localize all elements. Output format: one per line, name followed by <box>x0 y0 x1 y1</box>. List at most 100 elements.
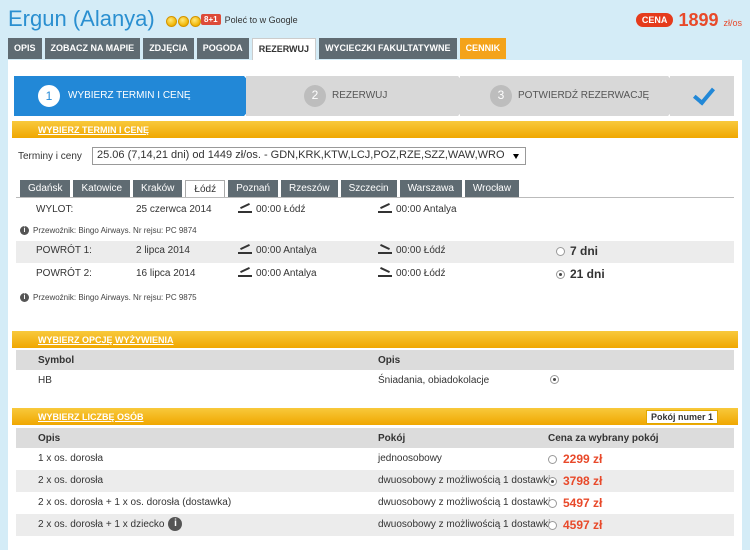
meal-desc: Śniadania, obiadokolacje <box>378 375 490 386</box>
section-persons-header: WYBIERZ LICZBĘ OSÓB Pokój numer 1 <box>12 408 738 425</box>
chevron-down-icon <box>513 154 519 159</box>
duration-option[interactable]: 21 dni <box>556 267 605 281</box>
persons-radio[interactable] <box>548 520 557 530</box>
step-number: 3 <box>490 85 512 107</box>
hotel-name: Ergun (Alanya) <box>8 6 155 31</box>
star-icon <box>178 16 189 27</box>
hotel-stars <box>166 16 201 27</box>
flight-row-outbound: WYLOT: 25 czerwca 2014 00:00 Łódź 00:00 … <box>16 200 734 222</box>
flight-departure: 00:00 Antalya <box>238 245 317 256</box>
info-icon: i <box>20 226 29 235</box>
header: Ergun (Alanya) 8+1 Poleć to w Google CEN… <box>8 6 742 36</box>
main-nav: OPIS ZOBACZ NA MAPIE ZDJĘCIA POGODA REZE… <box>8 38 507 60</box>
info-icon[interactable]: i <box>168 517 183 531</box>
persons-price[interactable]: 2299 zł <box>548 452 602 466</box>
persons-desc: 2 x os. dorosła <box>38 475 104 486</box>
duration-radio[interactable] <box>556 269 565 279</box>
persons-row[interactable]: 2 x os. dorosła + 1 x os. dorosła (dosta… <box>16 492 734 514</box>
flight-date: 2 lipca 2014 <box>136 245 190 256</box>
flight-arrival: 00:00 Antalya <box>378 204 457 215</box>
carrier-text: Przewoźnik: Bingo Airways. Nr rejsu: PC … <box>33 226 197 235</box>
tab-pricelist[interactable]: CENNIK <box>459 38 507 59</box>
flight-arrival: 00:00 Łódź <box>378 245 446 256</box>
gplus-icon[interactable]: 8+1 <box>201 14 221 25</box>
tab-excursions[interactable]: WYCIECZKI FAKULTATYWNE <box>319 38 457 59</box>
booking-steps: 1 WYBIERZ TERMIN I CENĘ 2 REZERWUJ 3 POT… <box>14 76 734 116</box>
flight-date: 25 czerwca 2014 <box>136 204 212 215</box>
flight-label: POWRÓT 1: <box>36 245 92 256</box>
persons-room: dwuosobowy z możliwością 1 dostawki <box>378 519 551 530</box>
persons-radio[interactable] <box>548 454 557 464</box>
departure-city-tabs: Gdańsk Katowice Kraków Łódź Poznań Rzesz… <box>20 180 520 198</box>
persons-row[interactable]: 1 x os. dorosła jednoosobowy 2299 zł <box>16 448 734 470</box>
flight-arrival: 00:00 Łódź <box>378 268 446 279</box>
takeoff-icon <box>238 246 252 255</box>
gplus-text: Poleć to w Google <box>224 14 298 25</box>
duration-label: 21 dni <box>570 267 605 281</box>
tab-photos[interactable]: ZDJĘCIA <box>143 38 194 59</box>
city-tab-gdansk[interactable]: Gdańsk <box>20 180 71 197</box>
flight-label: POWRÓT 2: <box>36 268 92 279</box>
carrier-text: Przewoźnik: Bingo Airways. Nr rejsu: PC … <box>33 293 197 302</box>
section-meal-header: WYBIERZ OPCJĘ WYŻYWIENIA <box>12 331 738 348</box>
step-confirm: 3 POTWIERDŹ REZERWACJĘ <box>460 76 686 116</box>
booking-panel: 1 WYBIERZ TERMIN I CENĘ 2 REZERWUJ 3 POT… <box>8 60 742 550</box>
gplus-button[interactable]: 8+1 Poleć to w Google <box>201 14 298 25</box>
city-tab-rzeszow[interactable]: Rzeszów <box>281 180 338 197</box>
section-persons-title: WYBIERZ LICZBĘ OSÓB <box>38 412 144 422</box>
flight-row-return-2[interactable]: POWRÓT 2: 16 lipca 2014 00:00 Antalya 00… <box>16 264 734 286</box>
step-choose-term: 1 WYBIERZ TERMIN I CENĘ <box>14 76 262 116</box>
city-tab-szczecin[interactable]: Szczecin <box>340 180 397 197</box>
persons-price[interactable]: 3798 zł <box>548 474 602 488</box>
col-room: Pokój <box>378 433 406 444</box>
persons-room: dwuosobowy z możliwością 1 dostawki <box>378 475 551 486</box>
terms-label: Terminy i ceny <box>18 151 82 162</box>
step-label: POTWIERDŹ REZERWACJĘ <box>518 90 650 101</box>
city-tab-poznan[interactable]: Poznań <box>228 180 279 197</box>
col-desc: Opis <box>38 433 61 444</box>
section-term-header: WYBIERZ TERMIN I CENĘ <box>12 121 738 138</box>
meal-radio[interactable] <box>550 375 559 384</box>
flight-label: WYLOT: <box>36 204 74 215</box>
duration-radio[interactable] <box>556 246 565 256</box>
tab-book[interactable]: REZERWUJ <box>251 38 317 60</box>
landing-icon <box>378 269 392 278</box>
city-tab-warszawa[interactable]: Warszawa <box>399 180 462 197</box>
takeoff-icon <box>238 269 252 278</box>
persons-price[interactable]: 5497 zł <box>548 496 602 510</box>
carrier-info: i Przewoźnik: Bingo Airways. Nr rejsu: P… <box>20 293 197 302</box>
tab-opis[interactable]: OPIS <box>8 38 42 59</box>
takeoff-icon <box>238 205 252 214</box>
step-label: REZERWUJ <box>332 90 388 101</box>
flight-row-return-1[interactable]: POWRÓT 1: 2 lipca 2014 00:00 Antalya 00:… <box>16 241 734 263</box>
tab-map[interactable]: ZOBACZ NA MAPIE <box>44 38 141 59</box>
city-tab-krakow[interactable]: Kraków <box>133 180 183 197</box>
persons-row[interactable]: 2 x os. dorosła dwuosobowy z możliwością… <box>16 470 734 492</box>
city-tab-katowice[interactable]: Katowice <box>73 180 131 197</box>
price-value: 1899 <box>678 10 719 30</box>
duration-option[interactable]: 7 dni <box>556 244 598 258</box>
meal-row[interactable]: HB Śniadania, obiadokolacje <box>16 370 734 392</box>
divider <box>16 197 734 198</box>
room-badge: Pokój numer 1 <box>645 410 718 424</box>
carrier-info: i Przewoźnik: Bingo Airways. Nr rejsu: P… <box>20 226 197 235</box>
terms-select[interactable]: 25.06 (7,14,21 dni) od 1449 zł/os. - GDN… <box>92 147 526 165</box>
meal-symbol: HB <box>38 375 52 386</box>
step-number: 2 <box>304 85 326 107</box>
meal-table-header: Symbol Opis <box>16 350 734 370</box>
city-tab-lodz[interactable]: Łódź <box>185 180 226 198</box>
star-icon <box>190 16 201 27</box>
persons-desc: 2 x os. dorosła + 1 x os. dorosła (dosta… <box>38 497 232 508</box>
persons-radio[interactable] <box>548 498 557 508</box>
city-tab-wroclaw[interactable]: Wrocław <box>464 180 520 197</box>
step-done <box>670 76 734 116</box>
persons-row[interactable]: 2 x os. dorosła + 1 x dziecko i dwuosobow… <box>16 514 734 536</box>
tab-weather[interactable]: POGODA <box>196 38 249 59</box>
meal-radio-wrap[interactable] <box>550 375 559 387</box>
flight-date: 16 lipca 2014 <box>136 268 196 279</box>
persons-radio[interactable] <box>548 476 557 486</box>
persons-desc: 2 x os. dorosła + 1 x dziecko i <box>38 517 183 531</box>
persons-price[interactable]: 4597 zł <box>548 518 602 532</box>
col-desc: Opis <box>378 355 401 366</box>
price-badge: CENA <box>635 13 674 27</box>
